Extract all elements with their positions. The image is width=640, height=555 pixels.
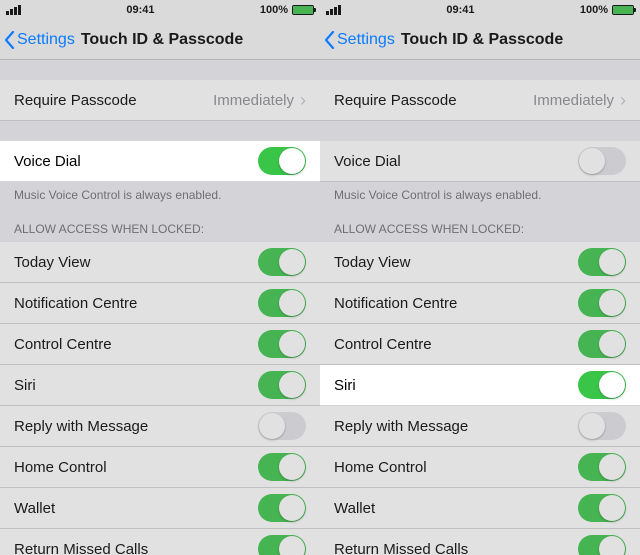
voice-dial-toggle[interactable] bbox=[258, 147, 306, 175]
return-missed-calls-label: Return Missed Calls bbox=[334, 541, 468, 555]
today-view-toggle[interactable] bbox=[258, 248, 306, 276]
siri-row[interactable]: Siri bbox=[0, 365, 320, 406]
control-centre-toggle[interactable] bbox=[258, 330, 306, 358]
return-missed-calls-row[interactable]: Return Missed Calls bbox=[320, 529, 640, 555]
signal-icon bbox=[6, 5, 21, 15]
signal-icon bbox=[326, 5, 341, 15]
require-passcode-value: Immediately bbox=[213, 92, 294, 109]
control-centre-label: Control Centre bbox=[14, 336, 112, 353]
reply-with-message-label: Reply with Message bbox=[14, 418, 148, 435]
voice-dial-label: Voice Dial bbox=[14, 153, 81, 170]
chevron-left-icon bbox=[324, 31, 335, 49]
reply-with-message-row[interactable]: Reply with Message bbox=[0, 406, 320, 447]
home-control-label: Home Control bbox=[14, 459, 107, 476]
today-view-toggle[interactable] bbox=[578, 248, 626, 276]
today-view-row[interactable]: Today View bbox=[320, 242, 640, 283]
wallet-label: Wallet bbox=[334, 500, 375, 517]
home-control-toggle[interactable] bbox=[578, 453, 626, 481]
control-centre-toggle[interactable] bbox=[578, 330, 626, 358]
chevron-left-icon bbox=[4, 31, 15, 49]
notification-centre-row[interactable]: Notification Centre bbox=[0, 283, 320, 324]
reply-with-message-label: Reply with Message bbox=[334, 418, 468, 435]
return-missed-calls-toggle[interactable] bbox=[258, 535, 306, 555]
require-passcode-label: Require Passcode bbox=[334, 92, 457, 109]
back-button[interactable]: Settings bbox=[0, 31, 75, 49]
back-label: Settings bbox=[337, 31, 395, 49]
home-control-row[interactable]: Home Control bbox=[0, 447, 320, 488]
control-centre-row[interactable]: Control Centre bbox=[320, 324, 640, 365]
status-time: 09:41 bbox=[446, 4, 474, 16]
siri-label: Siri bbox=[334, 377, 356, 394]
reply-with-message-toggle[interactable] bbox=[578, 412, 626, 440]
notification-centre-label: Notification Centre bbox=[334, 295, 457, 312]
home-control-label: Home Control bbox=[334, 459, 427, 476]
wallet-toggle[interactable] bbox=[578, 494, 626, 522]
chevron-right-icon: › bbox=[620, 90, 626, 111]
control-centre-label: Control Centre bbox=[334, 336, 432, 353]
status-bar: 09:41 100% bbox=[0, 0, 320, 20]
page-title: Touch ID & Passcode bbox=[401, 31, 563, 49]
back-button[interactable]: Settings bbox=[320, 31, 395, 49]
voice-dial-row[interactable]: Voice Dial bbox=[320, 141, 640, 182]
reply-with-message-row[interactable]: Reply with Message bbox=[320, 406, 640, 447]
require-passcode-value: Immediately bbox=[533, 92, 614, 109]
notification-centre-toggle[interactable] bbox=[578, 289, 626, 317]
notification-centre-label: Notification Centre bbox=[14, 295, 137, 312]
settings-list: Require Passcode Immediately › Voice Dia… bbox=[0, 60, 320, 555]
voice-dial-row[interactable]: Voice Dial bbox=[0, 141, 320, 182]
return-missed-calls-row[interactable]: Return Missed Calls bbox=[0, 529, 320, 555]
wallet-row[interactable]: Wallet bbox=[320, 488, 640, 529]
siri-toggle[interactable] bbox=[258, 371, 306, 399]
battery-icon bbox=[612, 5, 634, 15]
siri-row[interactable]: Siri bbox=[320, 365, 640, 406]
home-control-toggle[interactable] bbox=[258, 453, 306, 481]
chevron-right-icon: › bbox=[300, 90, 306, 111]
allow-access-header: ALLOW ACCESS WHEN LOCKED: bbox=[0, 210, 320, 242]
battery-pct: 100% bbox=[580, 4, 608, 16]
siri-toggle[interactable] bbox=[578, 371, 626, 399]
control-centre-row[interactable]: Control Centre bbox=[0, 324, 320, 365]
today-view-row[interactable]: Today View bbox=[0, 242, 320, 283]
home-control-row[interactable]: Home Control bbox=[320, 447, 640, 488]
status-time: 09:41 bbox=[126, 4, 154, 16]
back-label: Settings bbox=[17, 31, 75, 49]
voice-dial-toggle[interactable] bbox=[578, 147, 626, 175]
notification-centre-toggle[interactable] bbox=[258, 289, 306, 317]
today-view-label: Today View bbox=[14, 254, 90, 271]
reply-with-message-toggle[interactable] bbox=[258, 412, 306, 440]
voice-dial-footer: Music Voice Control is always enabled. bbox=[320, 182, 640, 210]
page-title: Touch ID & Passcode bbox=[81, 31, 243, 49]
voice-dial-label: Voice Dial bbox=[334, 153, 401, 170]
status-bar: 09:41 100% bbox=[320, 0, 640, 20]
nav-bar: Settings Touch ID & Passcode bbox=[320, 20, 640, 60]
require-passcode-row[interactable]: Require Passcode Immediately › bbox=[0, 80, 320, 121]
battery-pct: 100% bbox=[260, 4, 288, 16]
today-view-label: Today View bbox=[334, 254, 410, 271]
voice-dial-footer: Music Voice Control is always enabled. bbox=[0, 182, 320, 210]
siri-label: Siri bbox=[14, 377, 36, 394]
wallet-label: Wallet bbox=[14, 500, 55, 517]
nav-bar: Settings Touch ID & Passcode bbox=[0, 20, 320, 60]
wallet-row[interactable]: Wallet bbox=[0, 488, 320, 529]
require-passcode-row[interactable]: Require Passcode Immediately › bbox=[320, 80, 640, 121]
return-missed-calls-toggle[interactable] bbox=[578, 535, 626, 555]
return-missed-calls-label: Return Missed Calls bbox=[14, 541, 148, 555]
wallet-toggle[interactable] bbox=[258, 494, 306, 522]
require-passcode-label: Require Passcode bbox=[14, 92, 137, 109]
allow-access-header: ALLOW ACCESS WHEN LOCKED: bbox=[320, 210, 640, 242]
notification-centre-row[interactable]: Notification Centre bbox=[320, 283, 640, 324]
settings-list: Require Passcode Immediately › Voice Dia… bbox=[320, 60, 640, 555]
battery-icon bbox=[292, 5, 314, 15]
